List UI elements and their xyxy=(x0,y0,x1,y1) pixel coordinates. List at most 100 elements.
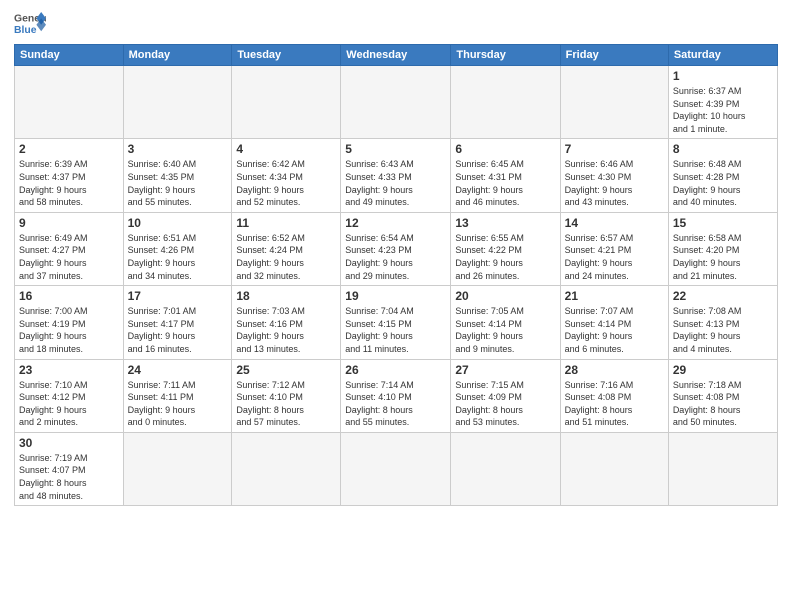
day-info: Sunrise: 6:46 AMSunset: 4:30 PMDaylight:… xyxy=(565,158,664,208)
calendar-header-tuesday: Tuesday xyxy=(232,45,341,66)
day-info: Sunrise: 6:58 AMSunset: 4:20 PMDaylight:… xyxy=(673,232,773,282)
calendar-week-row: 16 Sunrise: 7:00 AMSunset: 4:19 PMDayligh… xyxy=(15,286,778,359)
day-number: 3 xyxy=(128,142,228,156)
day-info: Sunrise: 7:11 AMSunset: 4:11 PMDaylight:… xyxy=(128,379,228,429)
calendar-cell: 18Sunrise: 7:03 AMSunset: 4:16 PMDayligh… xyxy=(232,286,341,359)
day-number: 11 xyxy=(236,216,336,230)
calendar-cell xyxy=(560,66,668,139)
calendar-header-friday: Friday xyxy=(560,45,668,66)
calendar-cell: 23 Sunrise: 7:10 AMSunset: 4:12 PMDayligh… xyxy=(15,359,124,432)
calendar-cell: 19Sunrise: 7:04 AMSunset: 4:15 PMDayligh… xyxy=(341,286,451,359)
calendar-cell xyxy=(123,66,232,139)
calendar-cell xyxy=(341,432,451,505)
day-number: 23 xyxy=(19,363,119,377)
day-info: Sunrise: 7:00 AMSunset: 4:19 PMDaylight:… xyxy=(19,305,119,355)
day-info: Sunrise: 6:43 AMSunset: 4:33 PMDaylight:… xyxy=(345,158,446,208)
calendar-cell: 1Sunrise: 6:37 AMSunset: 4:39 PMDaylight… xyxy=(668,66,777,139)
calendar-cell: 30 Sunrise: 7:19 AMSunset: 4:07 PMDayligh… xyxy=(15,432,124,505)
day-number: 2 xyxy=(19,142,119,156)
day-info: Sunrise: 7:07 AMSunset: 4:14 PMDaylight:… xyxy=(565,305,664,355)
day-info: Sunrise: 6:54 AMSunset: 4:23 PMDaylight:… xyxy=(345,232,446,282)
calendar-table: SundayMondayTuesdayWednesdayThursdayFrid… xyxy=(14,44,778,506)
day-number: 12 xyxy=(345,216,446,230)
calendar-cell: 14Sunrise: 6:57 AMSunset: 4:21 PMDayligh… xyxy=(560,212,668,285)
day-number: 13 xyxy=(455,216,555,230)
calendar-header-row: SundayMondayTuesdayWednesdayThursdayFrid… xyxy=(15,45,778,66)
svg-text:Blue: Blue xyxy=(14,25,37,36)
calendar-cell xyxy=(232,66,341,139)
day-number: 8 xyxy=(673,142,773,156)
day-info: Sunrise: 7:08 AMSunset: 4:13 PMDaylight:… xyxy=(673,305,773,355)
calendar-cell: 29 Sunrise: 7:18 AMSunset: 4:08 PMDayligh… xyxy=(668,359,777,432)
day-info: Sunrise: 6:48 AMSunset: 4:28 PMDaylight:… xyxy=(673,158,773,208)
calendar-cell: 8 Sunrise: 6:48 AMSunset: 4:28 PMDaylight… xyxy=(668,139,777,212)
calendar-cell: 9Sunrise: 6:49 AMSunset: 4:27 PMDaylight… xyxy=(15,212,124,285)
day-number: 18 xyxy=(236,289,336,303)
calendar-cell xyxy=(451,432,560,505)
day-info: Sunrise: 7:12 AMSunset: 4:10 PMDaylight:… xyxy=(236,379,336,429)
day-info: Sunrise: 6:45 AMSunset: 4:31 PMDaylight:… xyxy=(455,158,555,208)
day-info: Sunrise: 7:16 AMSunset: 4:08 PMDaylight:… xyxy=(565,379,664,429)
day-info: Sunrise: 7:10 AMSunset: 4:12 PMDaylight:… xyxy=(19,379,119,429)
calendar-cell xyxy=(341,66,451,139)
calendar-cell xyxy=(123,432,232,505)
calendar-cell xyxy=(451,66,560,139)
calendar-cell: 27Sunrise: 7:15 AMSunset: 4:09 PMDayligh… xyxy=(451,359,560,432)
day-number: 7 xyxy=(565,142,664,156)
day-number: 6 xyxy=(455,142,555,156)
calendar-cell: 24 Sunrise: 7:11 AMSunset: 4:11 PMDayligh… xyxy=(123,359,232,432)
day-info: Sunrise: 6:39 AMSunset: 4:37 PMDaylight:… xyxy=(19,158,119,208)
calendar-cell: 2 Sunrise: 6:39 AMSunset: 4:37 PMDaylight… xyxy=(15,139,124,212)
day-number: 9 xyxy=(19,216,119,230)
day-number: 25 xyxy=(236,363,336,377)
day-info: Sunrise: 6:52 AMSunset: 4:24 PMDaylight:… xyxy=(236,232,336,282)
day-info: Sunrise: 6:40 AMSunset: 4:35 PMDaylight:… xyxy=(128,158,228,208)
day-info: Sunrise: 7:19 AMSunset: 4:07 PMDaylight:… xyxy=(19,452,119,502)
calendar-cell: 7 Sunrise: 6:46 AMSunset: 4:30 PMDaylight… xyxy=(560,139,668,212)
calendar-cell: 5 Sunrise: 6:43 AMSunset: 4:33 PMDaylight… xyxy=(341,139,451,212)
calendar-cell: 25 Sunrise: 7:12 AMSunset: 4:10 PMDayligh… xyxy=(232,359,341,432)
day-number: 28 xyxy=(565,363,664,377)
day-number: 22 xyxy=(673,289,773,303)
calendar-week-row: 30 Sunrise: 7:19 AMSunset: 4:07 PMDayligh… xyxy=(15,432,778,505)
day-info: Sunrise: 6:55 AMSunset: 4:22 PMDaylight:… xyxy=(455,232,555,282)
calendar-header-sunday: Sunday xyxy=(15,45,124,66)
day-info: Sunrise: 6:51 AMSunset: 4:26 PMDaylight:… xyxy=(128,232,228,282)
calendar-cell: 11 Sunrise: 6:52 AMSunset: 4:24 PMDayligh… xyxy=(232,212,341,285)
day-info: Sunrise: 6:57 AMSunset: 4:21 PMDaylight:… xyxy=(565,232,664,282)
day-info: Sunrise: 7:04 AMSunset: 4:15 PMDaylight:… xyxy=(345,305,446,355)
calendar-cell xyxy=(668,432,777,505)
calendar-cell: 17 Sunrise: 7:01 AMSunset: 4:17 PMDayligh… xyxy=(123,286,232,359)
calendar-cell: 26 Sunrise: 7:14 AMSunset: 4:10 PMDayligh… xyxy=(341,359,451,432)
calendar-week-row: 23 Sunrise: 7:10 AMSunset: 4:12 PMDayligh… xyxy=(15,359,778,432)
calendar-cell: 3 Sunrise: 6:40 AMSunset: 4:35 PMDaylight… xyxy=(123,139,232,212)
day-number: 5 xyxy=(345,142,446,156)
day-number: 26 xyxy=(345,363,446,377)
day-number: 30 xyxy=(19,436,119,450)
calendar-header-monday: Monday xyxy=(123,45,232,66)
calendar-cell: 4Sunrise: 6:42 AMSunset: 4:34 PMDaylight… xyxy=(232,139,341,212)
day-info: Sunrise: 7:01 AMSunset: 4:17 PMDaylight:… xyxy=(128,305,228,355)
day-number: 16 xyxy=(19,289,119,303)
calendar-cell: 10Sunrise: 6:51 AMSunset: 4:26 PMDayligh… xyxy=(123,212,232,285)
day-info: Sunrise: 7:14 AMSunset: 4:10 PMDaylight:… xyxy=(345,379,446,429)
day-number: 29 xyxy=(673,363,773,377)
calendar-cell xyxy=(232,432,341,505)
calendar-week-row: 1Sunrise: 6:37 AMSunset: 4:39 PMDaylight… xyxy=(15,66,778,139)
calendar-cell: 12 Sunrise: 6:54 AMSunset: 4:23 PMDayligh… xyxy=(341,212,451,285)
calendar-cell: 13 Sunrise: 6:55 AMSunset: 4:22 PMDayligh… xyxy=(451,212,560,285)
day-number: 20 xyxy=(455,289,555,303)
day-info: Sunrise: 7:18 AMSunset: 4:08 PMDaylight:… xyxy=(673,379,773,429)
day-info: Sunrise: 7:15 AMSunset: 4:09 PMDaylight:… xyxy=(455,379,555,429)
calendar-week-row: 2 Sunrise: 6:39 AMSunset: 4:37 PMDaylight… xyxy=(15,139,778,212)
calendar-cell xyxy=(15,66,124,139)
day-number: 17 xyxy=(128,289,228,303)
day-info: Sunrise: 6:37 AMSunset: 4:39 PMDaylight:… xyxy=(673,85,773,135)
calendar-header-thursday: Thursday xyxy=(451,45,560,66)
day-info: Sunrise: 7:05 AMSunset: 4:14 PMDaylight:… xyxy=(455,305,555,355)
page-header: General Blue xyxy=(14,10,778,38)
general-blue-logo-icon: General Blue xyxy=(14,10,46,38)
logo: General Blue xyxy=(14,10,46,38)
day-number: 24 xyxy=(128,363,228,377)
day-number: 21 xyxy=(565,289,664,303)
